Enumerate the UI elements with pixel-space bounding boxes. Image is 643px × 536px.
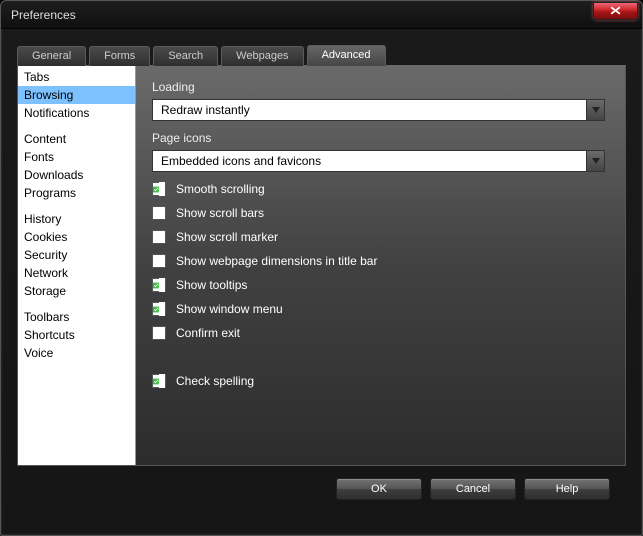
check-spelling-label[interactable]: Check spelling: [176, 374, 254, 388]
show_scroll_marker-label[interactable]: Show scroll marker: [176, 230, 278, 244]
options-list: Smooth scrolling Show scroll bars Show scr…: [152, 182, 605, 340]
chevron-down-icon: [592, 107, 600, 113]
page-icons-select[interactable]: Embedded icons and favicons: [152, 150, 605, 172]
cancel-button[interactable]: Cancel: [430, 478, 516, 500]
sidebar-item-voice[interactable]: Voice: [18, 344, 135, 362]
main-pane: Loading Redraw instantly Page icons Embe…: [136, 66, 625, 465]
sidebar: TabsBrowsingNotifications ContentFontsDow…: [18, 66, 136, 465]
show_window_menu-label[interactable]: Show window menu: [176, 302, 283, 316]
tab-general[interactable]: General: [17, 46, 86, 66]
tab-webpages[interactable]: Webpages: [221, 46, 303, 66]
close-button[interactable]: [593, 2, 638, 20]
dropdown-button[interactable]: [586, 100, 604, 120]
option-row-show_dimensions: Show webpage dimensions in title bar: [152, 254, 605, 268]
sidebar-item-browsing[interactable]: Browsing: [18, 86, 135, 104]
sidebar-item-content[interactable]: Content: [18, 130, 135, 148]
show_dimensions-label[interactable]: Show webpage dimensions in title bar: [176, 254, 377, 268]
sidebar-item-programs[interactable]: Programs: [18, 184, 135, 202]
option-row-show_tooltips: Show tooltips: [152, 278, 605, 292]
show_window_menu-checkbox[interactable]: [152, 302, 166, 316]
loading-select[interactable]: Redraw instantly: [152, 99, 605, 121]
page-icons-label: Page icons: [152, 131, 605, 145]
sidebar-item-notifications[interactable]: Notifications: [18, 104, 135, 122]
show_dimensions-checkbox[interactable]: [152, 254, 166, 268]
option-row-show_scroll_marker: Show scroll marker: [152, 230, 605, 244]
panel: TabsBrowsingNotifications ContentFontsDow…: [17, 66, 626, 466]
option-row-show_scroll_bars: Show scroll bars: [152, 206, 605, 220]
confirm_exit-label[interactable]: Confirm exit: [176, 326, 240, 340]
confirm_exit-checkbox[interactable]: [152, 326, 166, 340]
help-button[interactable]: Help: [524, 478, 610, 500]
loading-select-value: Redraw instantly: [153, 103, 586, 117]
dialog-footer: OK Cancel Help: [17, 466, 626, 500]
tab-search[interactable]: Search: [153, 46, 218, 66]
dropdown-button[interactable]: [586, 151, 604, 171]
tab-advanced[interactable]: Advanced: [307, 45, 386, 66]
sidebar-item-security[interactable]: Security: [18, 246, 135, 264]
ok-button[interactable]: OK: [336, 478, 422, 500]
option-row-show_window_menu: Show window menu: [152, 302, 605, 316]
sidebar-item-storage[interactable]: Storage: [18, 282, 135, 300]
check-spelling-checkbox[interactable]: [152, 374, 166, 388]
sidebar-item-network[interactable]: Network: [18, 264, 135, 282]
tab-bar: GeneralFormsSearchWebpagesAdvanced: [17, 43, 626, 66]
option-row-smooth_scrolling: Smooth scrolling: [152, 182, 605, 196]
show_scroll_bars-label[interactable]: Show scroll bars: [176, 206, 264, 220]
show_tooltips-checkbox[interactable]: [152, 278, 166, 292]
sidebar-item-tabs[interactable]: Tabs: [18, 68, 135, 86]
show_tooltips-label[interactable]: Show tooltips: [176, 278, 247, 292]
titlebar[interactable]: Preferences: [1, 1, 642, 29]
sidebar-item-shortcuts[interactable]: Shortcuts: [18, 326, 135, 344]
sidebar-item-toolbars[interactable]: Toolbars: [18, 308, 135, 326]
smooth_scrolling-label[interactable]: Smooth scrolling: [176, 182, 265, 196]
check-spelling-row: Check spelling: [152, 374, 605, 388]
smooth_scrolling-checkbox[interactable]: [152, 182, 166, 196]
sidebar-item-downloads[interactable]: Downloads: [18, 166, 135, 184]
chevron-down-icon: [592, 158, 600, 164]
close-icon: [610, 6, 621, 15]
sidebar-item-fonts[interactable]: Fonts: [18, 148, 135, 166]
preferences-window: Preferences GeneralFormsSearchWebpagesAd…: [0, 0, 643, 536]
option-row-confirm_exit: Confirm exit: [152, 326, 605, 340]
loading-label: Loading: [152, 80, 605, 94]
page-icons-select-value: Embedded icons and favicons: [153, 154, 586, 168]
show_scroll_marker-checkbox[interactable]: [152, 230, 166, 244]
content-area: GeneralFormsSearchWebpagesAdvanced TabsB…: [1, 29, 642, 508]
window-title: Preferences: [11, 8, 76, 22]
sidebar-item-history[interactable]: History: [18, 210, 135, 228]
sidebar-item-cookies[interactable]: Cookies: [18, 228, 135, 246]
tab-forms[interactable]: Forms: [89, 46, 150, 66]
show_scroll_bars-checkbox[interactable]: [152, 206, 166, 220]
